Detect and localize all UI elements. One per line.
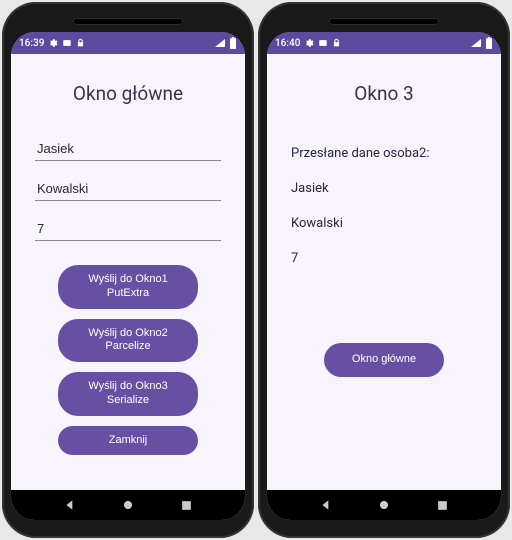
back-to-main-button[interactable]: Okno główne [324, 343, 444, 377]
android-navbar [11, 490, 245, 520]
status-bar: 16:39 [11, 32, 245, 54]
signal-icon [470, 38, 482, 48]
screen-right: 16:40 Okno 3 Przesłane dane osoba2: Jasi… [267, 32, 501, 520]
phone-frame-right: 16:40 Okno 3 Przesłane dane osoba2: Jasi… [258, 2, 510, 538]
nav-recent-icon[interactable] [436, 499, 449, 512]
send-okno2-button[interactable]: Wyślij do Okno2 Parcelize [58, 319, 198, 363]
battery-icon [485, 37, 493, 49]
nav-recent-icon[interactable] [180, 499, 193, 512]
received-last-name: Kowalski [291, 215, 477, 233]
page-title: Okno główne [35, 82, 221, 105]
received-label: Przesłane dane osoba2: [291, 145, 477, 163]
page-title: Okno 3 [291, 82, 477, 105]
gear-icon [48, 38, 58, 48]
android-navbar [267, 490, 501, 520]
status-bar: 16:40 [267, 32, 501, 54]
status-time: 16:39 [19, 38, 44, 49]
gear-icon [304, 38, 314, 48]
main-content: Okno 3 Przesłane dane osoba2: Jasiek Kow… [267, 54, 501, 490]
nav-back-icon[interactable] [63, 498, 77, 512]
signal-icon [214, 38, 226, 48]
status-time: 16:40 [275, 38, 300, 49]
main-content: Okno główne Wyślij do Okno1 PutExtra Wyś… [11, 54, 245, 490]
received-first-name: Jasiek [291, 180, 477, 198]
phone-speaker [73, 18, 183, 25]
send-okno3-button[interactable]: Wyślij do Okno3 Serialize [58, 372, 198, 416]
phone-speaker [329, 18, 439, 25]
received-data-block: Przesłane dane osoba2: Jasiek Kowalski 7 [291, 127, 477, 285]
lock-icon [332, 38, 341, 48]
phone-frame-left: 16:39 Okno główne Wyślij do Okno1 PutExt… [2, 2, 254, 538]
nav-home-icon[interactable] [377, 498, 391, 512]
screen-left: 16:39 Okno główne Wyślij do Okno1 PutExt… [11, 32, 245, 520]
battery-icon [229, 37, 237, 49]
nav-back-icon[interactable] [319, 498, 333, 512]
send-okno1-button[interactable]: Wyślij do Okno1 PutExtra [58, 265, 198, 309]
lock-icon [76, 38, 85, 48]
last-name-field[interactable] [35, 175, 221, 201]
first-name-field[interactable] [35, 135, 221, 161]
nav-home-icon[interactable] [121, 498, 135, 512]
card-icon [318, 38, 328, 48]
close-button[interactable]: Zamknij [58, 426, 198, 456]
age-field[interactable] [35, 215, 221, 241]
received-age: 7 [291, 250, 477, 268]
card-icon [62, 38, 72, 48]
